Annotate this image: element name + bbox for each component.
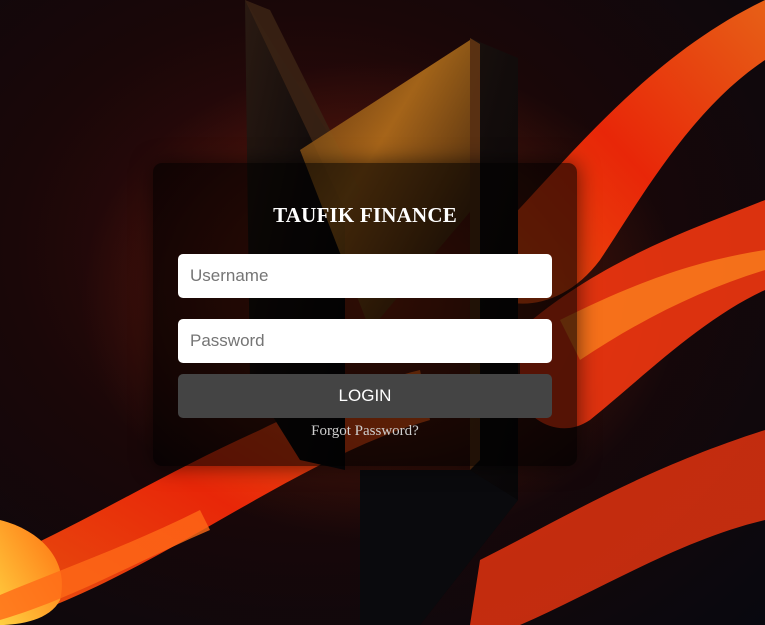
username-input[interactable] [178,254,552,298]
login-card: TAUFIK FINANCE LOGIN Forgot Password? [153,163,577,466]
login-button[interactable]: LOGIN [178,374,552,418]
login-page: TAUFIK FINANCE LOGIN Forgot Password? [0,0,765,625]
forgot-password-link[interactable]: Forgot Password? [153,423,577,440]
brand-title: TAUFIK FINANCE [273,203,457,227]
password-input[interactable] [178,319,552,363]
